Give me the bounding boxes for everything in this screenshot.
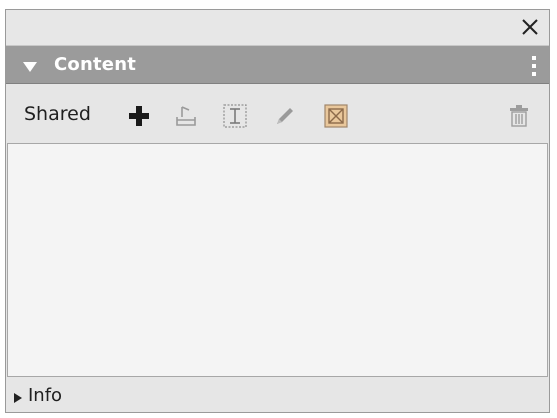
- triangle-right-icon: [14, 393, 22, 403]
- content-toolbar: Shared: [6, 85, 549, 143]
- plus-icon: [129, 106, 149, 126]
- edit-button[interactable]: [272, 103, 298, 129]
- collapse-toggle[interactable]: [22, 58, 38, 72]
- trash-icon: [510, 105, 528, 127]
- content-list[interactable]: [7, 143, 548, 377]
- delete-button[interactable]: [506, 103, 532, 129]
- info-label[interactable]: Info: [28, 385, 62, 406]
- import-button[interactable]: [173, 103, 199, 129]
- vertical-dots-icon: [532, 56, 536, 76]
- close-button[interactable]: [519, 16, 541, 38]
- text-frame-icon: [223, 104, 247, 128]
- placeholder-button[interactable]: [323, 103, 349, 129]
- shared-label: Shared: [24, 103, 91, 125]
- section-title: Content: [54, 54, 137, 75]
- panel-menu-button[interactable]: [531, 55, 537, 77]
- expand-toggle[interactable]: [13, 389, 23, 403]
- crossed-box-icon: [324, 104, 348, 128]
- add-button[interactable]: [126, 103, 152, 129]
- pencil-icon: [277, 108, 293, 124]
- triangle-down-icon: [23, 62, 37, 72]
- content-panel: Content Shared Info: [5, 9, 550, 413]
- panel-titlebar: [6, 10, 549, 46]
- info-section-header[interactable]: Info: [6, 378, 549, 412]
- close-x-icon: [522, 19, 538, 35]
- content-section-header[interactable]: Content: [6, 46, 549, 84]
- text-frame-button[interactable]: [222, 103, 248, 129]
- import-tray-icon: [176, 106, 196, 126]
